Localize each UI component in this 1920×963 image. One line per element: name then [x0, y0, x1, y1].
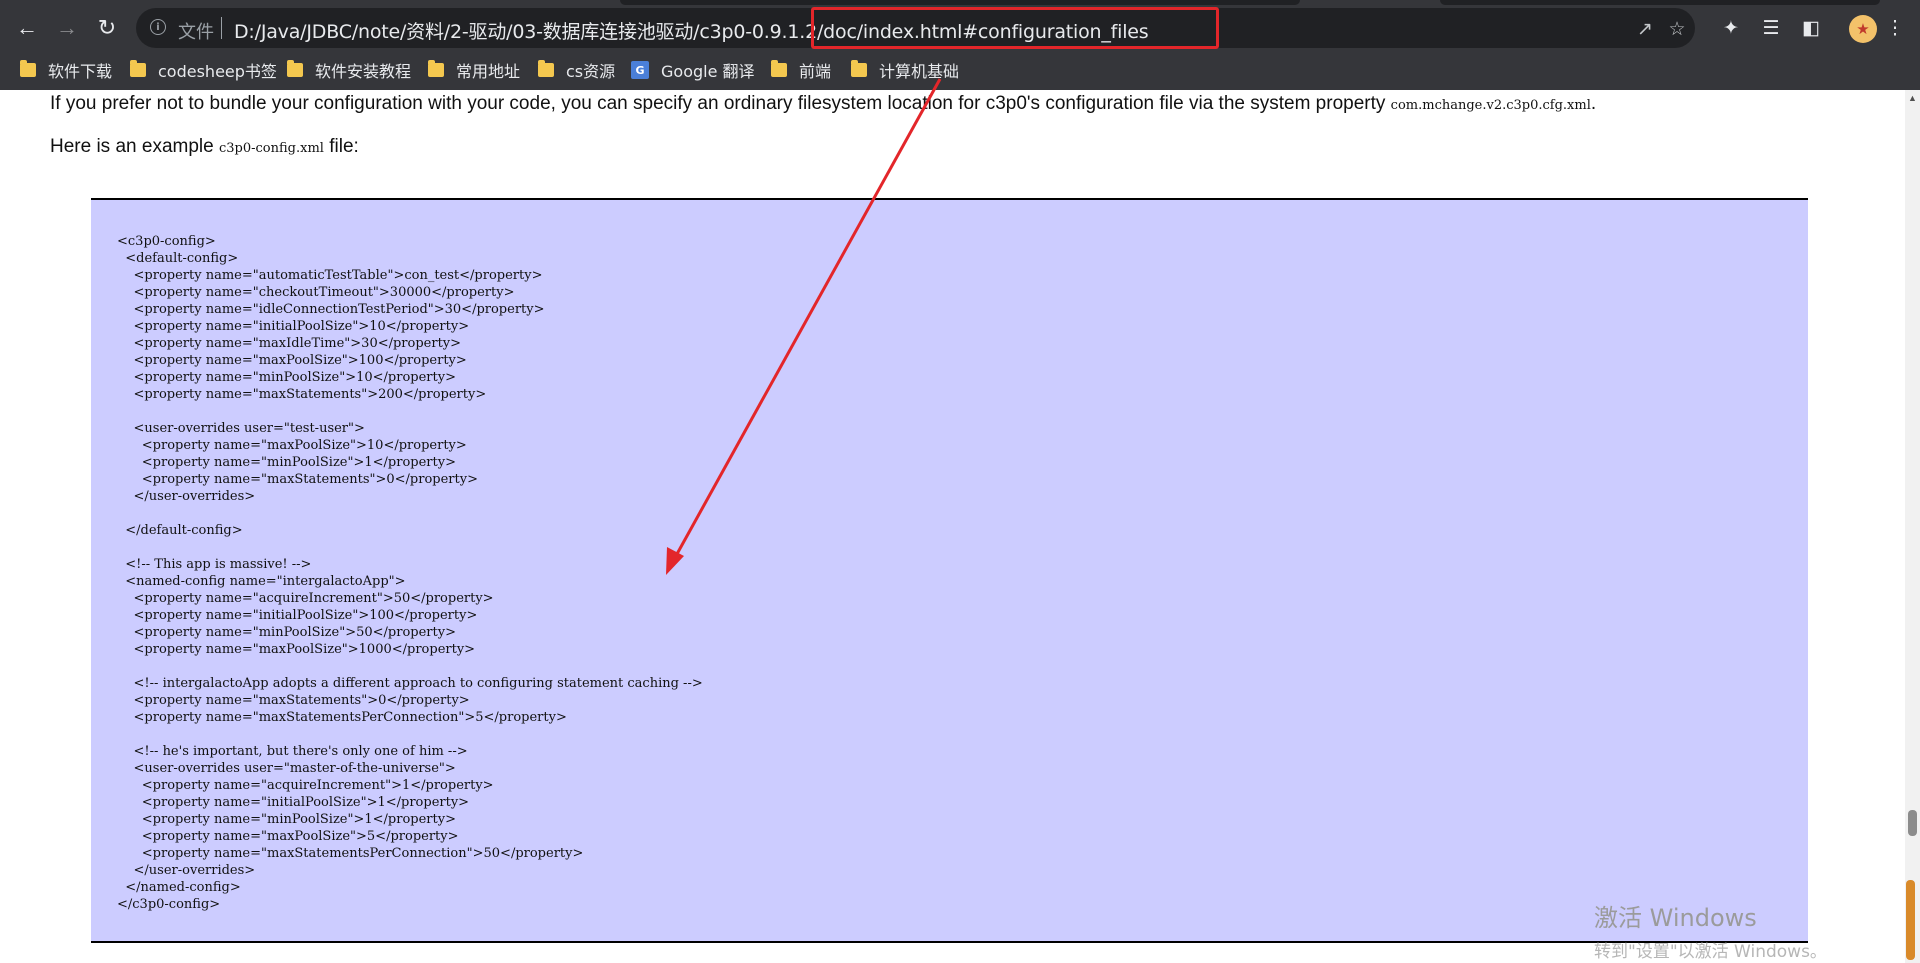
url-highlight-box	[811, 7, 1219, 49]
scrollbar-thumb[interactable]	[1908, 810, 1917, 836]
bookmark-folder[interactable]: cs资源	[538, 57, 615, 83]
scroll-up-icon[interactable]: ▲	[1905, 90, 1920, 105]
example-paragraph: Here is an example c3p0-config.xml file:	[50, 136, 359, 158]
extensions-icon[interactable]: ✦	[1716, 13, 1746, 43]
share-icon[interactable]: ↗	[1631, 15, 1659, 43]
watermark-title: 激活 Windows	[1594, 904, 1757, 932]
folder-icon	[20, 60, 36, 77]
google-translate-icon: G	[631, 61, 649, 79]
address-bar[interactable]: i 文件 D:/Java/JDBC/note/资料/2-驱动/03-数据库连接池…	[136, 7, 1695, 49]
code-example-block: <c3p0-config> <default-config> <property…	[91, 198, 1808, 943]
bookmark-folder[interactable]: 前端	[771, 57, 831, 83]
forward-arrow-icon[interactable]: →	[51, 12, 83, 44]
watermark-subtitle: 转到"设置"以激活 Windows。	[1594, 942, 1827, 962]
xml-code: <c3p0-config> <default-config> <property…	[117, 234, 703, 912]
info-icon[interactable]: i	[150, 19, 166, 35]
config-filename-code: c3p0-config.xml	[218, 141, 324, 156]
bookmark-label: Google 翻译	[661, 62, 755, 81]
reload-icon[interactable]: ↻	[91, 12, 123, 44]
intro-text: If you prefer not to bundle your configu…	[50, 93, 1391, 114]
windows-activation-watermark: 激活 Windows 转到"设置"以激活 Windows。	[1594, 898, 1827, 962]
bookmark-label: 常用地址	[456, 62, 521, 81]
example-end: file:	[323, 136, 359, 157]
side-edge-widget[interactable]	[1906, 880, 1915, 960]
bookmark-label: 软件下载	[48, 62, 113, 81]
bookmark-folder[interactable]: 软件安装教程	[287, 57, 411, 83]
profile-avatar[interactable]: ★	[1849, 15, 1877, 43]
side-panel-icon[interactable]: ◧	[1796, 13, 1826, 43]
bookmark-folder[interactable]: codesheep书签	[130, 57, 277, 83]
bookmark-folder[interactable]: 计算机基础	[851, 57, 959, 83]
media-list-icon[interactable]: ☰	[1756, 13, 1786, 43]
star-icon[interactable]: ☆	[1663, 15, 1691, 43]
bookmark-folder[interactable]: 软件下载	[20, 57, 112, 83]
bookmark-label: 软件安装教程	[315, 62, 412, 81]
folder-icon	[130, 60, 146, 77]
example-text: Here is an example	[50, 136, 219, 157]
browser-toolbar: ← → ↻ i 文件 D:/Java/JDBC/note/资料/2-驱动/03-…	[0, 5, 1920, 51]
vertical-scrollbar[interactable]: ▲	[1905, 90, 1920, 963]
folder-icon	[287, 60, 303, 77]
address-separator	[221, 17, 222, 39]
intro-end: .	[1590, 93, 1597, 114]
folder-icon	[428, 60, 444, 77]
bookmark-label: cs资源	[566, 62, 616, 81]
page-content: If you prefer not to bundle your configu…	[0, 90, 1905, 963]
bookmark-label: 计算机基础	[879, 62, 960, 81]
folder-icon	[538, 60, 554, 77]
folder-icon	[771, 60, 787, 77]
bookmark-label: 前端	[799, 62, 832, 81]
back-arrow-icon[interactable]: ←	[11, 12, 43, 44]
scheme-label: 文件	[178, 22, 214, 43]
bookmark-folder[interactable]: 常用地址	[428, 57, 520, 83]
browser-chrome: ← → ↻ i 文件 D:/Java/JDBC/note/资料/2-驱动/03-…	[0, 0, 1920, 90]
bookmark-google-translate[interactable]: G Google 翻译	[631, 57, 755, 83]
bookmark-label: codesheep书签	[158, 62, 277, 81]
menu-dots-icon[interactable]: ⋮	[1880, 13, 1910, 43]
intro-paragraph: If you prefer not to bundle your configu…	[50, 93, 1596, 115]
bookmarks-bar: 软件下载 codesheep书签 软件安装教程 常用地址 cs资源 G Goog…	[0, 53, 1920, 87]
system-property-code: com.mchange.v2.c3p0.cfg.xml	[1390, 98, 1591, 113]
folder-icon	[851, 60, 867, 77]
